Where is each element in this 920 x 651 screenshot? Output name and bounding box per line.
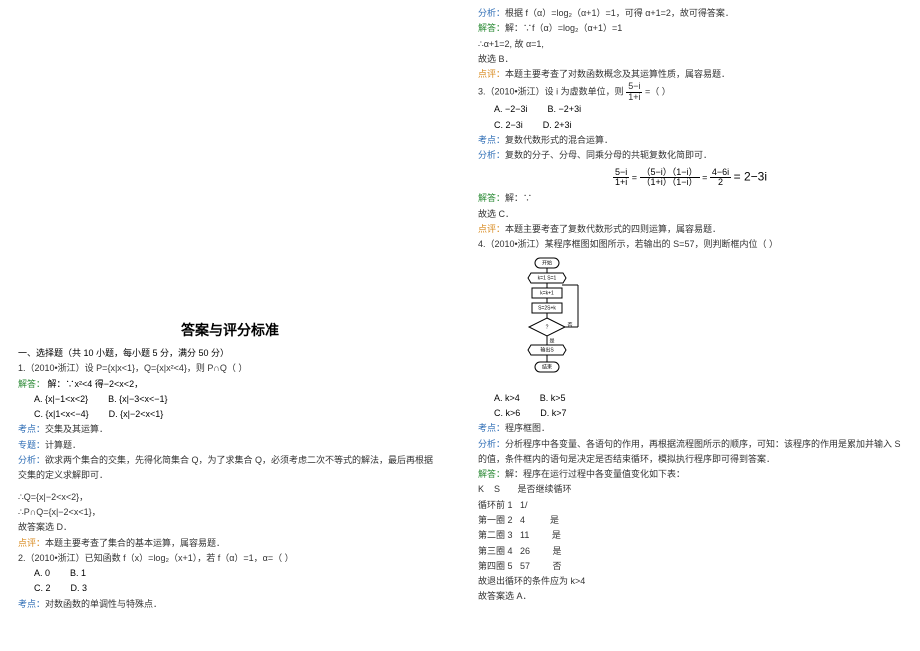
q4-tab-r3: 第三圈 4 26 是 (478, 544, 902, 559)
q3-optC: C. 2−3i (494, 120, 523, 130)
q3-frac: 5−i 1+i (626, 82, 642, 102)
q2-answer: 解：∵f（α）=log₂（α+1）=1 (505, 23, 622, 33)
q2-optA: A. 0 (34, 568, 50, 578)
q1-dianping-label: 点评： (18, 538, 45, 548)
svg-text:k=1 S=1: k=1 S=1 (538, 275, 557, 281)
svg-text:?: ? (546, 324, 549, 330)
q1-option-row2: C. {x|1<x<−4} D. {x|−2<x<1} (34, 407, 442, 422)
svg-text:开始: 开始 (542, 259, 552, 266)
svg-text:S=2S+k: S=2S+k (538, 305, 556, 311)
q1-step3: ∴P∩Q={x|−2<x<1}， (18, 505, 442, 520)
q4-optB: B. k>5 (540, 393, 566, 403)
left-column: 答案与评分标准 一、选择题（共 10 小题，每小题 5 分，满分 50 分） 1… (0, 0, 460, 651)
right-column: 分析：根据 f（α）=log₂（α+1）=1，可得 α+1=2，故可得答案． 解… (460, 0, 920, 651)
q3-fenxi: 复数的分子、分母、同乘分母的共轭复数化简即可． (505, 150, 712, 160)
q4-option-row1: A. k>4 B. k>5 (494, 391, 902, 406)
q2-dianping-label: 点评： (478, 69, 505, 79)
q1-optC: C. {x|1<x<−4} (34, 409, 89, 419)
q3-option-row2: C. 2−3i D. 2+3i (494, 118, 902, 133)
q2-optC: C. 2 (34, 583, 51, 593)
q3-stem-b: =（ ） (645, 87, 671, 97)
q1-fenxi: 欲求两个集合的交集，先得化简集合 Q，为了求集合 Q，必须考虑二次不等式的解法，… (18, 455, 433, 480)
q1-optA: A. {x|−1<x<2} (34, 394, 88, 404)
q2-option-row2: C. 2 D. 3 (34, 581, 442, 596)
q2-answer-label: 解答： (478, 23, 505, 33)
q4-fenxi-label: 分析： (478, 439, 505, 449)
q3-kaodian-label: 考点： (478, 135, 505, 145)
q4-step3: 故答案选 A． (478, 589, 902, 604)
q4-stem: 4.（2010•浙江）某程序框图如图所示，若输出的 S=57，则判断框内位（ ） (478, 237, 902, 252)
q3-optA: A. −2−3i (494, 104, 528, 114)
q1-fenxi-label: 分析： (18, 455, 45, 465)
q1-step4: 故答案选 D． (18, 520, 442, 535)
q4-tab-h: K S 是否继续循环 (478, 482, 902, 497)
q2-fenxi-label: 分析： (478, 8, 505, 18)
q3-step2: 故选 C． (478, 207, 902, 222)
q1-answer: 解：∵x²<4 得−2<x<2， (48, 379, 144, 389)
q3-equation: 5−i1+i = （5−i）（1−i）（1+i）（1−i） = 4−6i2 = … (478, 168, 902, 188)
q2-stem: 2.（2010•浙江）已知函数 f（x）=log₂（x+1），若 f（α）=1，… (18, 551, 442, 566)
q2-dianping: 本题主要考查了对数函数概念及其运算性质，属容易题． (505, 69, 730, 79)
q3-fenxi-label: 分析： (478, 150, 505, 160)
svg-text:是: 是 (549, 338, 554, 344)
q3-option-row1: A. −2−3i B. −2+3i (494, 102, 902, 117)
q2-optB: B. 1 (70, 568, 86, 578)
q3-frac-den: 1+i (626, 93, 642, 102)
q2-kaodian-label: 考点： (18, 599, 45, 609)
q4-option-row2: C. k>6 D. k>7 (494, 406, 902, 421)
svg-text:k=k+1: k=k+1 (540, 290, 554, 296)
q4-flowchart: 开始 k=1 S=1 k=k+1 S=2S+k ? 否 是 输出S 结束 (508, 257, 586, 387)
q1-kaodian-label: 考点： (18, 424, 45, 434)
eq-d2: （1+i）（1−i） (640, 178, 700, 187)
q1-optD: D. {x|−2<x<1} (109, 409, 164, 419)
q4-optC: C. k>6 (494, 408, 520, 418)
q4-tab-r2: 第二圈 3 11 是 (478, 528, 902, 543)
q3-answer: 解：∵ (505, 193, 532, 203)
q4-tab-r1: 第一圈 2 4 是 (478, 513, 902, 528)
q1-option-row1: A. {x|−1<x<2} B. {x|−3<x<−1} (34, 392, 442, 407)
q3-dianping: 本题主要考查了复数代数形式的四则运算，属容易题． (505, 224, 721, 234)
q3-dianping-label: 点评： (478, 224, 505, 234)
q1-optB: B. {x|−3<x<−1} (108, 394, 167, 404)
q1-zhuanti: 计算题． (45, 440, 81, 450)
q1-answer-label: 解答： (18, 379, 45, 389)
q4-tab-r4: 第四圈 5 57 否 (478, 559, 902, 574)
page-title: 答案与评分标准 (18, 320, 442, 340)
q3-optD: D. 2+3i (543, 120, 572, 130)
q2-kaodian: 对数函数的单调性与特殊点． (45, 599, 162, 609)
q4-optA: A. k>4 (494, 393, 520, 403)
q2-step3: 故选 B． (478, 52, 902, 67)
eq-d3: 2 (710, 178, 731, 187)
q1-zhuanti-label: 专题： (18, 440, 45, 450)
svg-text:结束: 结束 (542, 363, 552, 370)
q3-optB: B. −2+3i (548, 104, 582, 114)
q4-kaodian-label: 考点： (478, 423, 505, 433)
q4-step2: 故退出循环的条件应为 k>4 (478, 574, 902, 589)
q3-kaodian: 复数代数形式的混合运算． (505, 135, 613, 145)
q1-kaodian: 交集及其运算． (45, 424, 108, 434)
eq-d1: 1+i (613, 178, 629, 187)
q1-step2: ∴Q={x|−2<x<2}， (18, 490, 442, 505)
q3-stem-a: 3.（2010•浙江）设 i 为虚数单位，则 (478, 87, 624, 97)
q2-optD: D. 3 (71, 583, 88, 593)
q1-stem: 1.（2010•浙江）设 P={x|x<1}，Q={x|x²<4}，则 P∩Q（… (18, 361, 442, 376)
eq-res: = 2−3i (734, 169, 767, 183)
svg-text:输出S: 输出S (540, 346, 554, 353)
q4-answer: 解：程序在运行过程中各变量值变化如下表： (505, 469, 685, 479)
q2-option-row1: A. 0 B. 1 (34, 566, 442, 581)
q4-tab-r0: 循环前 1 1/ (478, 498, 902, 513)
q3-stem: 3.（2010•浙江）设 i 为虚数单位，则 5−i 1+i =（ ） (478, 82, 902, 102)
q2-fenxi: 根据 f（α）=log₂（α+1）=1，可得 α+1=2，故可得答案． (505, 8, 734, 18)
q4-optD: D. k>7 (540, 408, 566, 418)
q4-answer-label: 解答： (478, 469, 505, 479)
q1-dianping: 本题主要考查了集合的基本运算，属容易题． (45, 538, 225, 548)
q4-kaodian: 程序框图． (505, 423, 550, 433)
q4-fenxi: 分析程序中各变量、各语句的作用，再根据流程图所示的顺序，可知：该程序的作用是累加… (478, 439, 901, 464)
q3-answer-label: 解答： (478, 193, 505, 203)
section-1-header: 一、选择题（共 10 小题，每小题 5 分，满分 50 分） (18, 346, 442, 361)
q2-step2: ∴α+1=2, 故 α=1, (478, 37, 902, 52)
